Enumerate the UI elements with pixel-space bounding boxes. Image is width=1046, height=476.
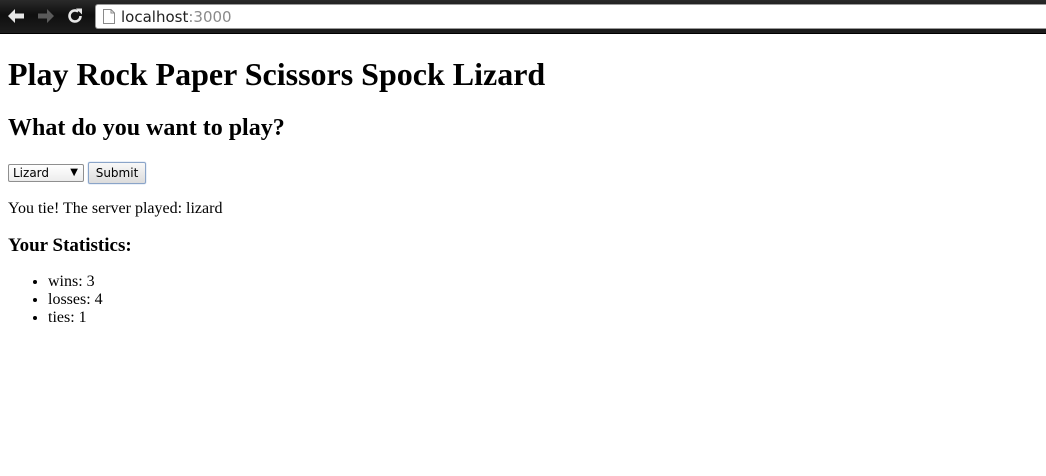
address-bar[interactable]: localhost:3000 (95, 4, 1046, 29)
page-icon (103, 9, 115, 24)
stat-ties: ties: 1 (48, 309, 1038, 327)
forward-button[interactable] (35, 5, 57, 27)
page-title: Play Rock Paper Scissors Spock Lizard (8, 56, 546, 92)
url-port: :3000 (188, 7, 232, 26)
move-select[interactable]: Lizard ▼ (8, 164, 84, 182)
game-result: You tie! The server played: lizard (8, 200, 223, 217)
submit-button[interactable]: Submit (88, 162, 146, 184)
back-arrow-icon (8, 9, 24, 23)
reload-button[interactable] (64, 5, 86, 27)
browser-toolbar: localhost:3000 (0, 0, 1046, 34)
page-content: Play Rock Paper Scissors Spock Lizard Wh… (0, 58, 1046, 327)
play-form: Lizard ▼ Submit (8, 162, 1038, 184)
reload-icon (68, 8, 82, 23)
back-button[interactable] (5, 5, 27, 27)
chevron-down-icon: ▼ (70, 167, 78, 178)
move-select-value: Lizard (13, 166, 50, 180)
stat-wins: wins: 3 (48, 273, 1038, 291)
play-prompt: What do you want to play? (8, 115, 285, 141)
stat-losses: losses: 4 (48, 291, 1038, 309)
stats-heading: Your Statistics: (8, 235, 132, 256)
forward-arrow-icon (38, 9, 54, 23)
url-host: localhost (121, 7, 189, 26)
stats-list: wins: 3 losses: 4 ties: 1 (8, 273, 1038, 327)
